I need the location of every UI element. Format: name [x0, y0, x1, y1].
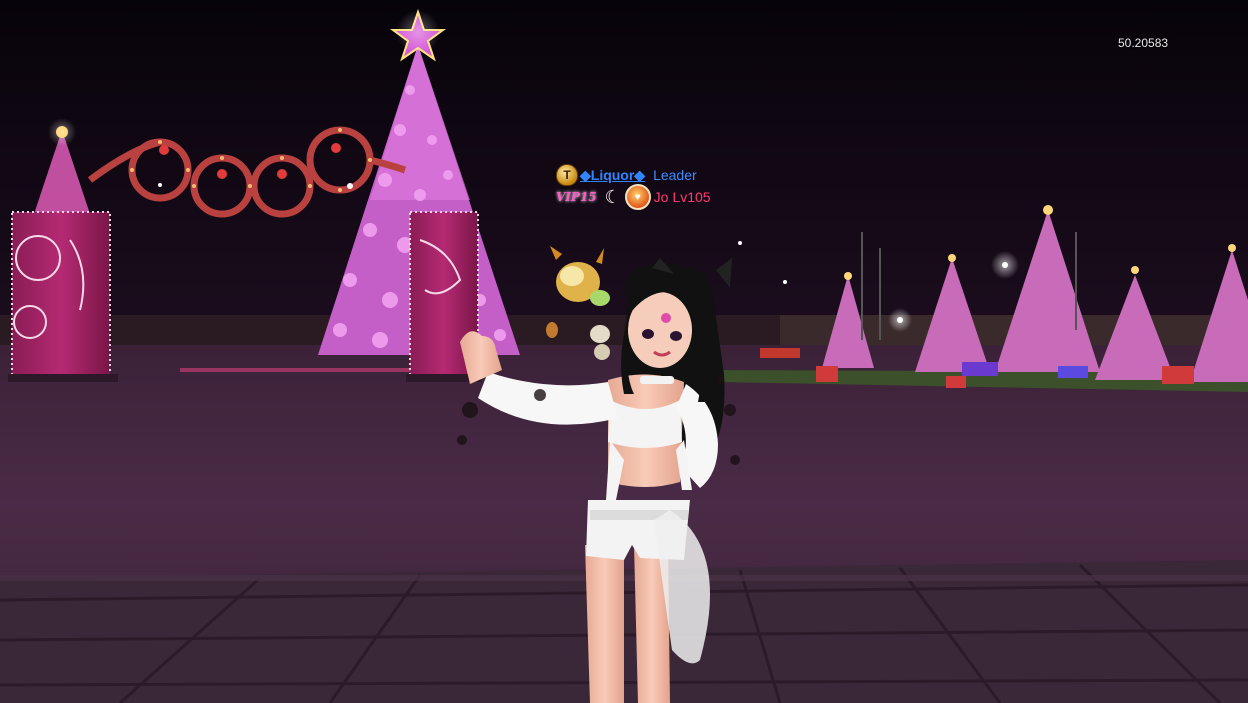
left-pillar: [8, 211, 118, 382]
vip-badge: VIP15: [556, 190, 597, 204]
player-row: VIP15 ☾ ♥ Jo Lv105: [556, 184, 756, 210]
guild-row: T ◆Liquor◆ Leader: [556, 164, 756, 186]
guild-name[interactable]: ◆Liquor◆: [580, 167, 645, 184]
medal-icon: ♥: [624, 184, 651, 210]
player-level: Lv105: [672, 189, 711, 205]
swirl-icon: ☾: [604, 186, 621, 207]
guild-role: Leader: [653, 167, 697, 183]
player-name[interactable]: Jo: [654, 189, 669, 205]
player-nameplate[interactable]: T ◆Liquor◆ Leader VIP15 ☾ ♥ Jo Lv105: [556, 164, 756, 210]
guild-shield-icon: T: [556, 164, 578, 186]
game-scene: [0, 0, 1248, 703]
fps-counter: 50.20583: [1118, 36, 1169, 50]
